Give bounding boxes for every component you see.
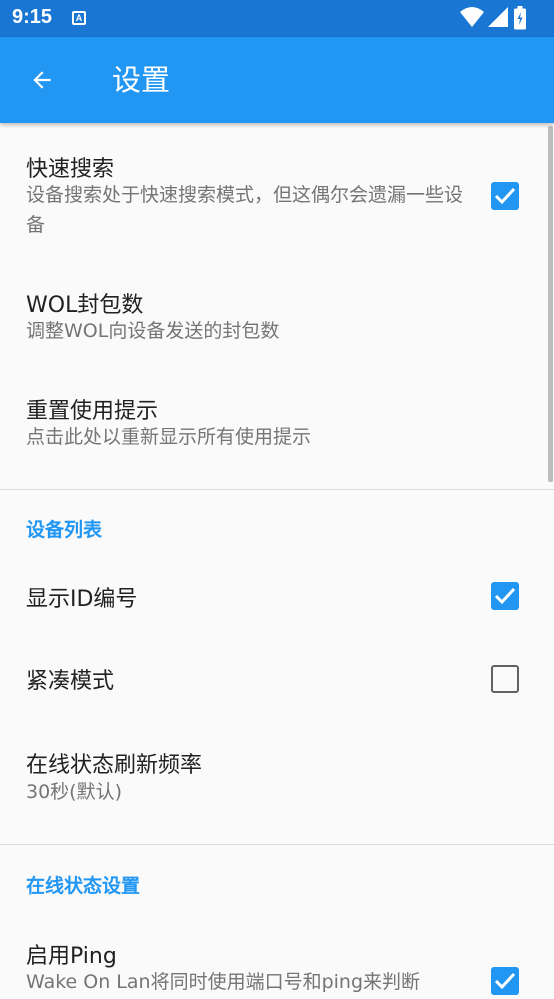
pref-title: 启用Ping (26, 944, 117, 969)
pref-fast-search[interactable]: 快速搜索 设备搜索处于快速搜索模式，但这偶尔会遗漏一些设备 (0, 123, 548, 258)
battery-icon (514, 6, 526, 30)
fast-search-checkbox[interactable] (491, 182, 519, 210)
arrow-left-icon (33, 71, 51, 89)
pref-summary: Wake On Lan将同时使用端口号和ping来判断 (26, 971, 421, 993)
pref-refresh-rate[interactable]: 在线状态刷新频率 30秒(默认) (0, 723, 548, 819)
pref-title: 快速搜索 (26, 157, 115, 182)
check-icon (494, 187, 516, 205)
pref-wol-packets[interactable]: WOL封包数 调整WOL向设备发送的封包数 (0, 263, 548, 359)
status-icons (460, 6, 540, 30)
pref-reset-hints[interactable]: 重置使用提示 点击此处以重新显示所有使用提示 (0, 369, 548, 465)
pref-summary: 30秒(默认) (26, 781, 123, 803)
pref-summary: 点击此处以重新显示所有使用提示 (26, 426, 312, 448)
signal-icon (488, 7, 508, 27)
pref-title: 在线状态刷新频率 (26, 753, 203, 778)
pref-title: 重置使用提示 (26, 399, 159, 424)
compact-mode-checkbox[interactable] (491, 665, 519, 693)
check-icon (494, 587, 516, 605)
divider (0, 844, 554, 845)
pref-title: WOL封包数 (26, 293, 144, 318)
scrollbar[interactable] (548, 126, 553, 482)
enable-ping-checkbox[interactable] (491, 967, 519, 995)
status-time: 9:15 (12, 6, 53, 28)
category-online-status: 在线状态设置 (26, 875, 141, 897)
pref-summary: 调整WOL向设备发送的封包数 (26, 320, 280, 342)
show-id-checkbox[interactable] (491, 582, 519, 610)
pref-title: 显示ID编号 (26, 587, 138, 612)
wifi-icon (460, 7, 484, 27)
category-device-list: 设备列表 (26, 519, 103, 541)
a-icon: A (72, 11, 86, 25)
check-icon (494, 972, 516, 990)
divider (0, 489, 554, 490)
page-title: 设置 (112, 63, 171, 97)
pref-compact-mode[interactable]: 紧凑模式 (0, 645, 548, 710)
pref-enable-ping[interactable]: 启用Ping Wake On Lan将同时使用端口号和ping来判断 (0, 919, 548, 999)
app-bar: 设置 (0, 37, 554, 123)
pref-title: 紧凑模式 (26, 669, 115, 694)
settings-list[interactable]: 快速搜索 设备搜索处于快速搜索模式，但这偶尔会遗漏一些设备 WOL封包数 调整W… (0, 123, 554, 995)
back-button[interactable] (18, 56, 66, 104)
status-bar: 9:15 A (0, 0, 554, 37)
pref-summary: 设备搜索处于快速搜索模式，但这偶尔会遗漏一些设备 (26, 184, 464, 236)
pref-show-id[interactable]: 显示ID编号 (0, 563, 548, 628)
